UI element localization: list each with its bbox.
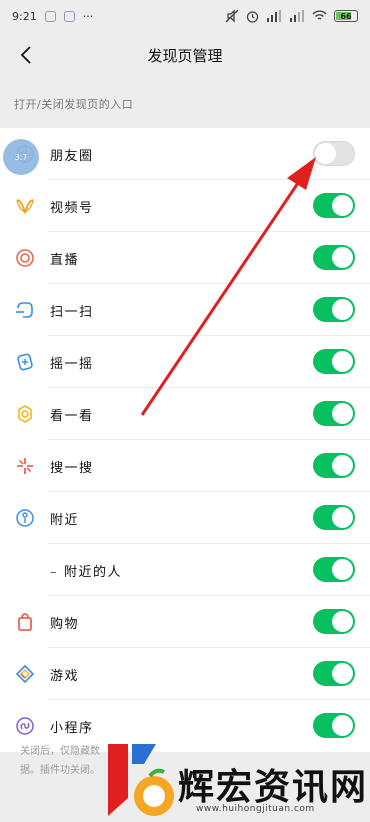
nearby-icon <box>14 507 36 529</box>
more-notifications-icon: ··· <box>82 9 94 23</box>
toggle-knob <box>332 507 353 528</box>
notification-icon <box>63 10 75 22</box>
toggle-knob <box>332 559 353 580</box>
list-item-shopping[interactable]: 购物 <box>0 596 370 648</box>
nav-bar: 发现页管理 <box>0 32 370 78</box>
list-item-channels[interactable]: 视频号 <box>0 180 370 232</box>
discover-entries-list: 朋友圈 视频号 直播 扫一扫 摇一摇 看一看 搜一搜 附近 – 附近的人 购物 … <box>0 128 370 752</box>
shopping-icon <box>14 611 36 633</box>
notification-icon <box>44 10 56 22</box>
shopping-label: 购物 <box>50 616 80 632</box>
watermark-text: 辉宏资讯网 <box>178 767 369 808</box>
live-toggle[interactable] <box>313 245 355 270</box>
status-left: 9:21 ··· <box>12 10 93 23</box>
toggle-knob <box>332 455 353 476</box>
toggle-knob <box>332 351 353 372</box>
mini-programs-toggle[interactable] <box>313 713 355 738</box>
scan-label: 扫一扫 <box>50 304 94 320</box>
signal-icon <box>290 10 304 22</box>
battery-icon: 66 <box>334 10 358 22</box>
games-toggle[interactable] <box>313 661 355 686</box>
list-item-scan[interactable]: 扫一扫 <box>0 284 370 336</box>
list-item-search[interactable]: 搜一搜 <box>0 440 370 492</box>
watermark-url: www.huihongjituan.com <box>196 804 315 814</box>
games-label: 游戏 <box>50 668 80 684</box>
toggle-knob <box>332 403 353 424</box>
live-label: 直播 <box>50 252 80 268</box>
section-caption: 打开/关闭发现页的入口 <box>14 98 134 111</box>
top-stories-label: 看一看 <box>50 408 94 424</box>
moments-label: 朋友圈 <box>50 148 94 164</box>
top-stories-toggle[interactable] <box>313 401 355 426</box>
toggle-knob <box>332 611 353 632</box>
scan-icon <box>14 299 36 321</box>
mini-programs-icon <box>14 715 36 737</box>
signal-icon <box>267 10 281 22</box>
people-nearby-toggle[interactable] <box>313 557 355 582</box>
live-icon <box>14 247 36 269</box>
scan-toggle[interactable] <box>313 297 355 322</box>
watermark: 辉宏资讯网 www.huihongjituan.com <box>106 738 368 822</box>
list-item-shake[interactable]: 摇一摇 <box>0 336 370 388</box>
floating-badge-text: 3.7 <box>14 152 28 162</box>
nearby-label: 附近 <box>50 512 80 528</box>
watermark-logo <box>108 744 174 816</box>
page-title: 发现页管理 <box>147 46 223 65</box>
search-icon <box>14 455 36 477</box>
people-nearby-label: 附近的人 <box>50 561 122 580</box>
floating-assistant-badge[interactable]: 3.7 <box>3 139 39 175</box>
alarm-icon <box>246 10 259 23</box>
chevron-left-icon <box>20 46 31 64</box>
list-item-people-nearby[interactable]: 附近的人 <box>0 544 370 596</box>
footer-note: 关闭后，仅隐藏数据。插件功关闭。 <box>20 746 100 776</box>
list-item-live[interactable]: 直播 <box>0 232 370 284</box>
status-bar: 9:21 ··· 66 <box>0 0 370 32</box>
channels-toggle[interactable] <box>313 193 355 218</box>
toggle-knob <box>332 247 353 268</box>
moments-toggle[interactable] <box>313 141 355 166</box>
channels-icon <box>14 195 36 217</box>
nearby-toggle[interactable] <box>313 505 355 530</box>
status-right: 66 <box>225 9 358 23</box>
shake-label: 摇一摇 <box>50 356 94 372</box>
toggle-knob <box>332 195 353 216</box>
list-item-nearby[interactable]: 附近 <box>0 492 370 544</box>
status-time: 9:21 <box>12 9 37 23</box>
toggle-knob <box>332 715 353 736</box>
search-label: 搜一搜 <box>50 460 94 476</box>
top-stories-icon <box>14 403 36 425</box>
list-item-top-stories[interactable]: 看一看 <box>0 388 370 440</box>
wifi-icon <box>312 10 327 20</box>
search-toggle[interactable] <box>313 453 355 478</box>
toggle-knob <box>332 299 353 320</box>
battery-level: 66 <box>340 11 352 21</box>
toggle-knob <box>332 663 353 684</box>
toggle-knob <box>315 143 336 164</box>
list-item-moments[interactable]: 朋友圈 <box>0 128 370 180</box>
shopping-toggle[interactable] <box>313 609 355 634</box>
games-icon <box>14 663 36 685</box>
shake-toggle[interactable] <box>313 349 355 374</box>
mini-programs-label: 小程序 <box>50 720 94 736</box>
mute-icon <box>225 9 239 23</box>
shake-icon <box>14 351 36 373</box>
back-button[interactable] <box>10 39 42 71</box>
channels-label: 视频号 <box>50 200 94 216</box>
list-item-games[interactable]: 游戏 <box>0 648 370 700</box>
